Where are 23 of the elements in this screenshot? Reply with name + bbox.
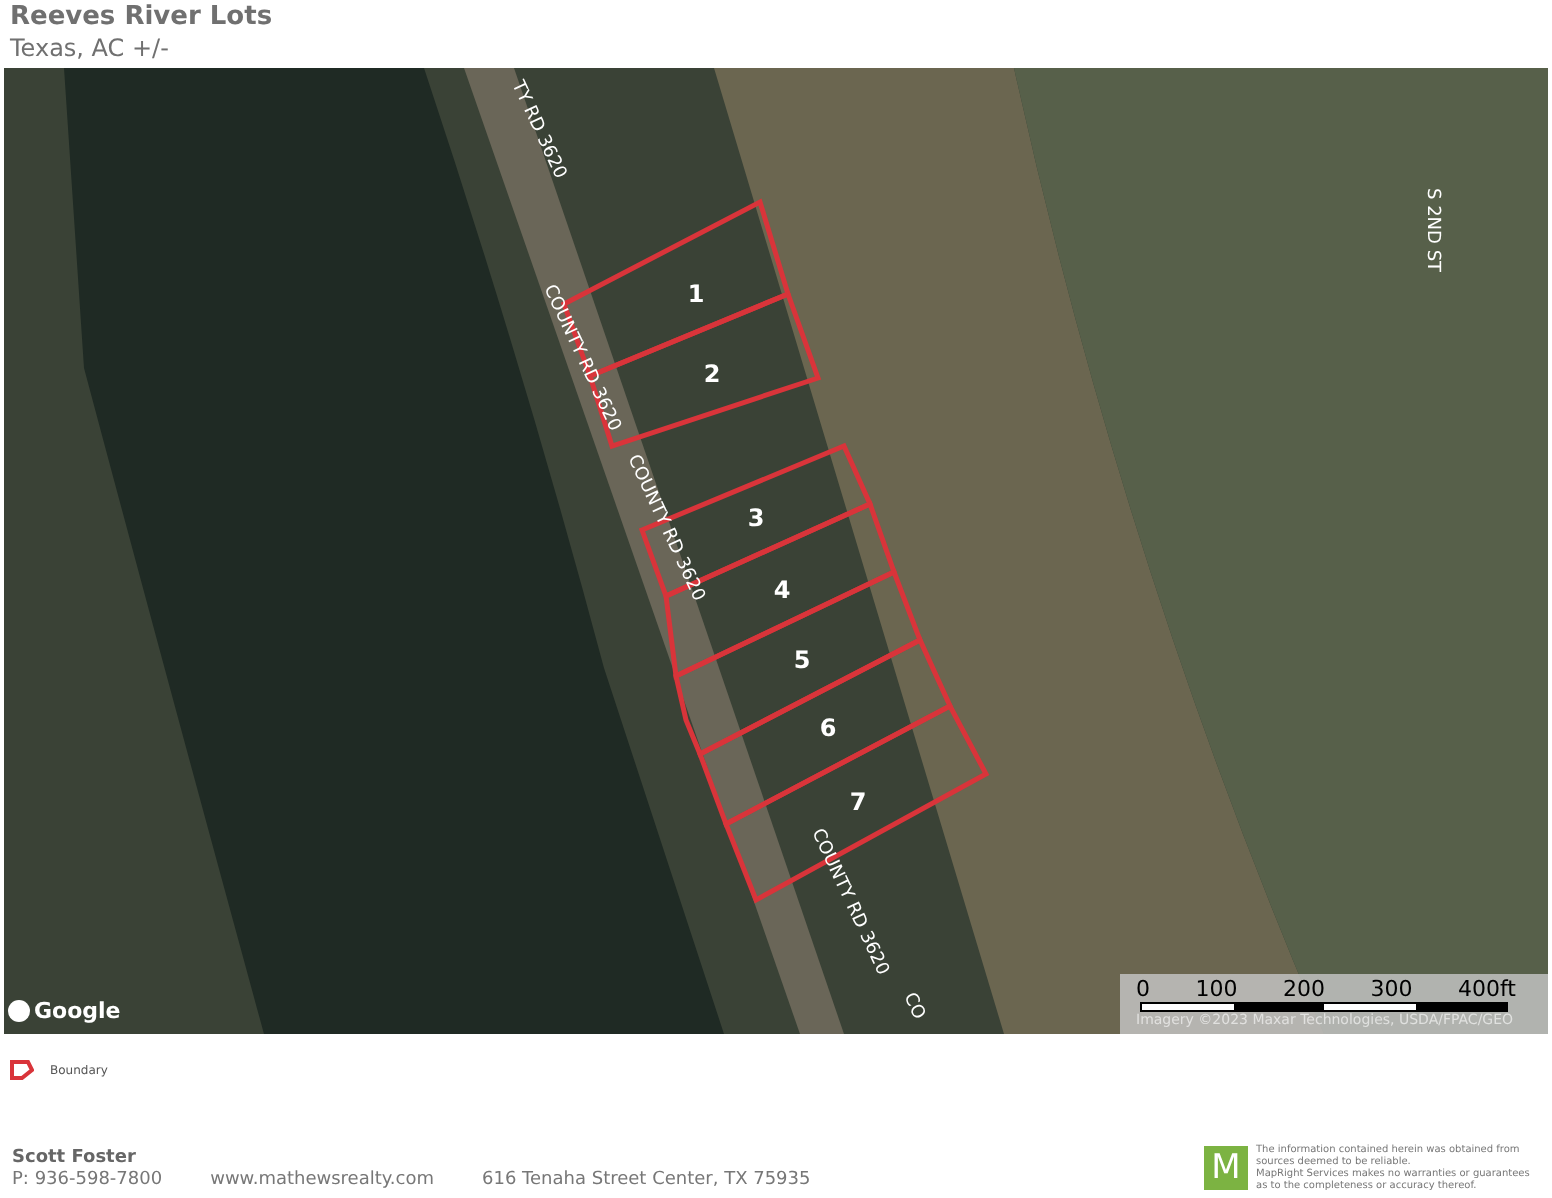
- lot-number: 3: [747, 504, 765, 532]
- report-subtitle: Texas, AC +/-: [10, 34, 169, 65]
- scale-tick-label: 300: [1370, 978, 1413, 1000]
- agent-name: Scott Foster: [12, 1147, 138, 1170]
- lot-number: 6: [819, 714, 837, 742]
- website-link[interactable]: www.mathewsrealty.com: [210, 1169, 435, 1192]
- scale-tick-label: 100: [1195, 978, 1238, 1000]
- road-label: S 2ND ST: [1422, 188, 1442, 273]
- lot-number: 1: [687, 280, 705, 308]
- map-logo: Google: [34, 995, 121, 1027]
- road-label: TY RD 3620: [506, 78, 570, 183]
- lot-number: 2: [703, 360, 721, 388]
- agent-phone: P: 936-598-7800: [12, 1169, 163, 1192]
- lot-number: 7: [849, 788, 867, 816]
- office-address: 616 Tenaha Street Center, TX 75935: [482, 1169, 811, 1192]
- report-title: Reeves River Lots: [10, 2, 273, 35]
- road-label: CO: [898, 990, 928, 1023]
- mapright-logo-icon: M: [1204, 1146, 1248, 1190]
- scale-tick-label: 200: [1283, 978, 1325, 1000]
- scale-tick-label: 400ft: [1458, 978, 1516, 1000]
- lot-number: 5: [793, 646, 811, 674]
- lot-number: 4: [773, 576, 791, 604]
- scale-tick-label: 0: [1136, 978, 1150, 1000]
